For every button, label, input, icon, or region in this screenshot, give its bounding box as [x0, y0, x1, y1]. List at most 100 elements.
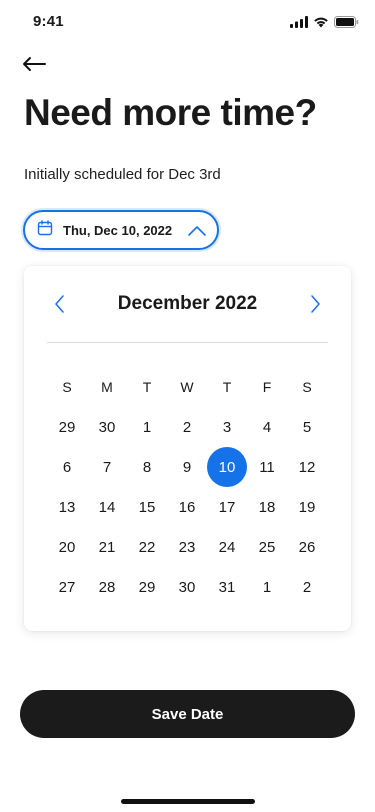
- back-button[interactable]: [22, 54, 50, 78]
- calendar-day[interactable]: 16: [167, 487, 207, 527]
- calendar-day-label: 7: [102, 458, 112, 476]
- next-month-button[interactable]: [305, 294, 325, 314]
- calendar-icon: [37, 219, 53, 241]
- calendar-day[interactable]: 19: [287, 487, 327, 527]
- selected-date-label: Thu, Dec 10, 2022: [63, 222, 173, 238]
- calendar-day-label: 29: [58, 418, 76, 436]
- wifi-icon: [313, 15, 329, 33]
- weekday-label: T: [142, 379, 152, 395]
- calendar-day[interactable]: 8: [127, 447, 167, 487]
- calendar-day[interactable]: 1: [127, 407, 167, 447]
- save-date-button[interactable]: Save Date: [20, 690, 355, 738]
- calendar-day-label: 26: [298, 538, 316, 556]
- battery-icon: [334, 15, 359, 33]
- date-picker-toggle[interactable]: Thu, Dec 10, 2022: [23, 210, 219, 250]
- calendar-day[interactable]: 27: [47, 567, 87, 607]
- calendar-day[interactable]: 6: [47, 447, 87, 487]
- weekday-label: W: [180, 379, 194, 395]
- calendar-day-label: 8: [142, 458, 152, 476]
- calendar-day-label: 3: [222, 418, 232, 436]
- calendar-day[interactable]: 1: [247, 567, 287, 607]
- calendar-day[interactable]: 11: [247, 447, 287, 487]
- page-title: Need more time?: [24, 92, 317, 133]
- calendar-day-label: 27: [58, 578, 76, 596]
- calendar-day-label: 10: [207, 447, 247, 487]
- calendar-day-label: 11: [259, 458, 275, 476]
- calendar-grid: 29 30 1 2 3 4 5 6 7 8 9 10 11 12 13 14 15 16 17 18 19 20 21 22 2…: [47, 407, 327, 607]
- weekday-label: S: [302, 379, 312, 395]
- calendar-day[interactable]: 4: [247, 407, 287, 447]
- weekday-label: M: [101, 379, 113, 395]
- calendar-day-label: 5: [302, 418, 312, 436]
- calendar-day[interactable]: 25: [247, 527, 287, 567]
- calendar-day[interactable]: 31: [207, 567, 247, 607]
- calendar-day-label: 13: [58, 498, 76, 516]
- calendar-day-label: 21: [98, 538, 116, 556]
- arrow-left-icon: [22, 56, 46, 77]
- chevron-right-icon: [305, 295, 325, 318]
- calendar-day-label: 19: [298, 498, 316, 516]
- status-icons: [290, 15, 359, 33]
- calendar-day[interactable]: 30: [87, 407, 127, 447]
- calendar-day-label: 22: [138, 538, 156, 556]
- calendar-day[interactable]: 2: [167, 407, 207, 447]
- calendar-day-label: 30: [178, 578, 196, 596]
- weekday-header: S M T W T F S: [47, 378, 327, 396]
- calendar-day[interactable]: 30: [167, 567, 207, 607]
- calendar-day[interactable]: 24: [207, 527, 247, 567]
- calendar-day-label: 15: [138, 498, 156, 516]
- calendar-day[interactable]: 26: [287, 527, 327, 567]
- calendar-day[interactable]: 3: [207, 407, 247, 447]
- weekday-label: T: [222, 379, 232, 395]
- calendar-day[interactable]: 15: [127, 487, 167, 527]
- calendar-day[interactable]: 12: [287, 447, 327, 487]
- calendar-day-label: 20: [58, 538, 76, 556]
- weekday-label: F: [262, 379, 272, 395]
- calendar-day-label: 25: [258, 538, 276, 556]
- calendar-day[interactable]: 9: [167, 447, 207, 487]
- signal-icon: [290, 15, 308, 33]
- weekday-label: S: [62, 379, 72, 395]
- subtitle: Initially scheduled for Dec 3rd: [24, 166, 221, 183]
- calendar-day[interactable]: 2: [287, 567, 327, 607]
- calendar-day-label: 12: [298, 458, 316, 476]
- calendar-day[interactable]: 14: [87, 487, 127, 527]
- calendar-day[interactable]: 18: [247, 487, 287, 527]
- calendar-month-label: December 2022: [117, 293, 258, 314]
- calendar-day-label: 23: [178, 538, 196, 556]
- calendar-day-label: 2: [182, 418, 192, 436]
- calendar-day-label: 14: [98, 498, 116, 516]
- calendar-day[interactable]: 5: [287, 407, 327, 447]
- calendar-day-label: 1: [142, 418, 152, 436]
- calendar-day-label: 6: [62, 458, 72, 476]
- calendar-day-label: 2: [302, 578, 312, 596]
- calendar-day[interactable]: 21: [87, 527, 127, 567]
- calendar-day-label: 18: [258, 498, 276, 516]
- calendar-day[interactable]: 7: [87, 447, 127, 487]
- calendar-day-label: 4: [262, 418, 272, 436]
- calendar-day-label: 16: [178, 498, 196, 516]
- status-time: 9:41: [33, 13, 64, 30]
- calendar-divider: [47, 342, 328, 343]
- calendar-day-selected[interactable]: 10: [207, 447, 247, 487]
- calendar-day-label: 24: [218, 538, 236, 556]
- calendar-day[interactable]: 17: [207, 487, 247, 527]
- calendar-day[interactable]: 22: [127, 527, 167, 567]
- chevron-up-icon: [188, 224, 206, 242]
- calendar-day[interactable]: 29: [127, 567, 167, 607]
- calendar-day-label: 17: [218, 498, 236, 516]
- calendar-card: December 2022 S M T W T F S 29 30 1 2 3 4 5 6 7 8…: [24, 266, 351, 631]
- calendar-day-label: 30: [98, 418, 116, 436]
- calendar-day-label: 31: [218, 578, 236, 596]
- status-bar: 9:41: [0, 0, 375, 44]
- calendar-day-label: 28: [98, 578, 116, 596]
- calendar-day[interactable]: 23: [167, 527, 207, 567]
- calendar-day-label: 29: [138, 578, 156, 596]
- calendar-day-label: 9: [182, 458, 192, 476]
- calendar-day[interactable]: 13: [47, 487, 87, 527]
- calendar-day[interactable]: 20: [47, 527, 87, 567]
- calendar-day[interactable]: 28: [87, 567, 127, 607]
- calendar-day-label: 1: [262, 578, 272, 596]
- home-indicator: [121, 799, 255, 804]
- calendar-day[interactable]: 29: [47, 407, 87, 447]
